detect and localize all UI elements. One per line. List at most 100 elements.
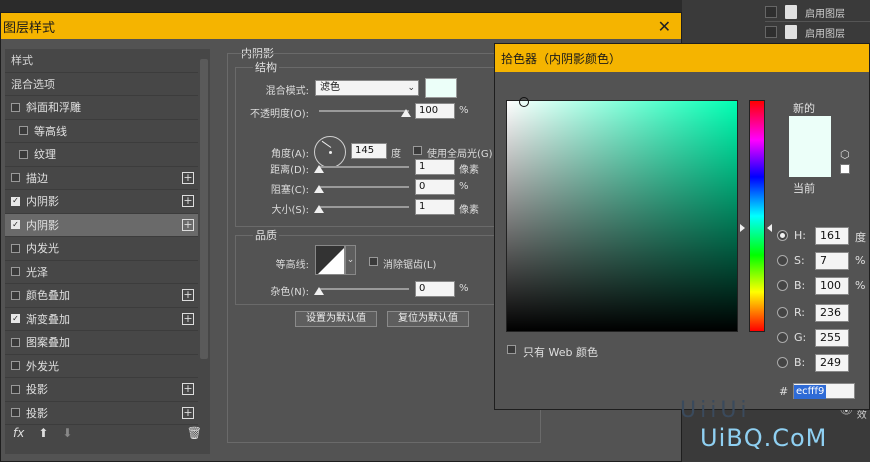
noise-slider[interactable] [319,288,409,290]
visibility-checkbox[interactable] [765,6,777,18]
add-effect-icon[interactable]: + [182,195,194,208]
antialias-checkbox[interactable] [369,257,378,266]
color-cursor[interactable] [519,97,529,107]
global-light-checkbox[interactable] [413,146,422,155]
color-field-input[interactable]: 7 [815,252,849,270]
current-color-swatch[interactable] [789,147,831,177]
choke-slider[interactable] [319,186,409,188]
style-item[interactable]: 投影 + [5,378,198,402]
style-item[interactable]: ✓ 内阴影 + [5,190,198,214]
contour-preview[interactable] [315,245,345,275]
add-effect-icon[interactable]: + [182,218,194,231]
hue-slider-right-arrow[interactable] [767,224,772,232]
style-item[interactable]: 斜面和浮雕 [5,96,198,120]
hue-slider-left-arrow[interactable] [740,224,745,232]
style-checkbox[interactable] [19,149,28,159]
style-checkbox[interactable] [11,173,20,183]
size-slider[interactable] [319,206,409,208]
color-mode-radio[interactable] [777,332,788,343]
add-effect-icon[interactable]: + [182,406,194,419]
size-input[interactable]: 1 [415,199,455,215]
color-field-input[interactable]: 249 [815,354,849,372]
style-item[interactable]: 纹理 [5,143,198,167]
angle-input[interactable]: 145 [351,143,387,159]
hue-slider[interactable] [749,100,765,332]
choke-slider-thumb[interactable] [314,185,324,193]
style-checkbox[interactable]: ✓ [11,314,20,324]
dialog-titlebar[interactable]: 图层样式 ✕ [1,13,681,39]
opacity-input[interactable]: 100 [415,103,455,119]
noise-slider-thumb[interactable] [314,287,324,295]
style-checkbox[interactable] [11,384,20,394]
visibility-checkbox[interactable] [765,26,777,38]
style-checkbox[interactable] [11,337,20,347]
style-checkbox[interactable] [19,126,28,136]
style-list-scrollbar[interactable] [200,59,208,359]
style-checkbox[interactable] [11,290,20,300]
add-effect-icon[interactable]: + [182,289,194,302]
color-field-input[interactable]: 236 [815,304,849,322]
move-up-icon[interactable]: ⬆ [38,426,48,440]
opacity-slider-thumb[interactable] [401,109,411,117]
style-checkbox[interactable] [11,243,20,253]
style-item-label: 纹理 [34,148,56,162]
style-checkbox[interactable] [11,267,20,277]
color-field-unit: 度 [855,231,866,244]
style-checkbox[interactable]: ✓ [11,220,20,230]
hex-input[interactable]: ecfff9 [793,383,855,399]
add-effect-icon[interactable]: + [182,383,194,396]
websafe-swatch[interactable] [840,164,850,174]
style-item[interactable]: 图案叠加 [5,331,198,355]
saturation-brightness-field[interactable] [506,97,738,332]
add-effect-icon[interactable]: + [182,312,194,325]
color-mode-radio[interactable] [777,280,788,291]
blend-options-item[interactable]: 混合选项 [5,73,198,96]
cube-icon[interactable]: ⬡ [840,148,850,161]
fx-icon[interactable]: fx [13,426,24,440]
style-item[interactable]: 颜色叠加 + [5,284,198,308]
set-default-button[interactable]: 设置为默认值 [295,311,377,327]
color-field-input[interactable]: 255 [815,329,849,347]
shadow-color-swatch[interactable] [425,78,457,98]
color-field-input[interactable]: 100 [815,277,849,295]
new-color-label: 新的 [793,102,815,115]
trash-icon[interactable]: 🗑 [187,426,202,440]
web-only-checkbox[interactable] [507,345,516,354]
choke-input[interactable]: 0 [415,179,455,195]
layer-row[interactable]: 启用图层 [765,2,870,22]
color-mode-radio[interactable] [777,230,788,241]
move-down-icon[interactable]: ⬇ [62,426,72,440]
add-effect-icon[interactable]: + [182,171,194,184]
size-slider-thumb[interactable] [314,205,324,213]
style-item[interactable]: 等高线 [5,120,198,143]
style-item[interactable]: ✓ 内阴影 + [5,213,198,237]
new-color-swatch [789,116,831,147]
style-item[interactable]: ✓ 渐变叠加 + [5,308,198,331]
distance-input[interactable]: 1 [415,159,455,175]
color-field-input[interactable]: 161 [815,227,849,245]
distance-slider-thumb[interactable] [314,165,324,173]
style-item[interactable]: 光泽 [5,261,198,284]
style-item[interactable]: 内发光 [5,237,198,261]
reset-default-button[interactable]: 复位为默认值 [387,311,469,327]
color-field-unit: % [855,254,866,267]
style-checkbox[interactable] [11,102,20,112]
color-mode-radio[interactable] [777,307,788,318]
style-item[interactable]: 描边 + [5,167,198,190]
picker-titlebar[interactable]: 拾色器（内阴影颜色） [495,44,869,72]
style-checkbox[interactable] [11,361,20,371]
close-icon[interactable]: ✕ [658,17,671,36]
styles-header[interactable]: 样式 [5,49,198,73]
angle-dial[interactable] [314,136,346,168]
blend-mode-select[interactable]: 滤色 ⌄ [315,80,419,96]
style-item[interactable]: 外发光 [5,355,198,378]
noise-input[interactable]: 0 [415,281,455,297]
color-mode-radio[interactable] [777,357,788,368]
color-mode-radio[interactable] [777,255,788,266]
contour-dropdown[interactable]: ⌄ [345,245,356,275]
layer-row[interactable]: 启用图层 [765,22,870,42]
style-checkbox[interactable] [11,408,20,418]
style-checkbox[interactable]: ✓ [11,196,20,206]
distance-slider[interactable] [319,166,409,168]
opacity-slider[interactable] [319,110,409,112]
